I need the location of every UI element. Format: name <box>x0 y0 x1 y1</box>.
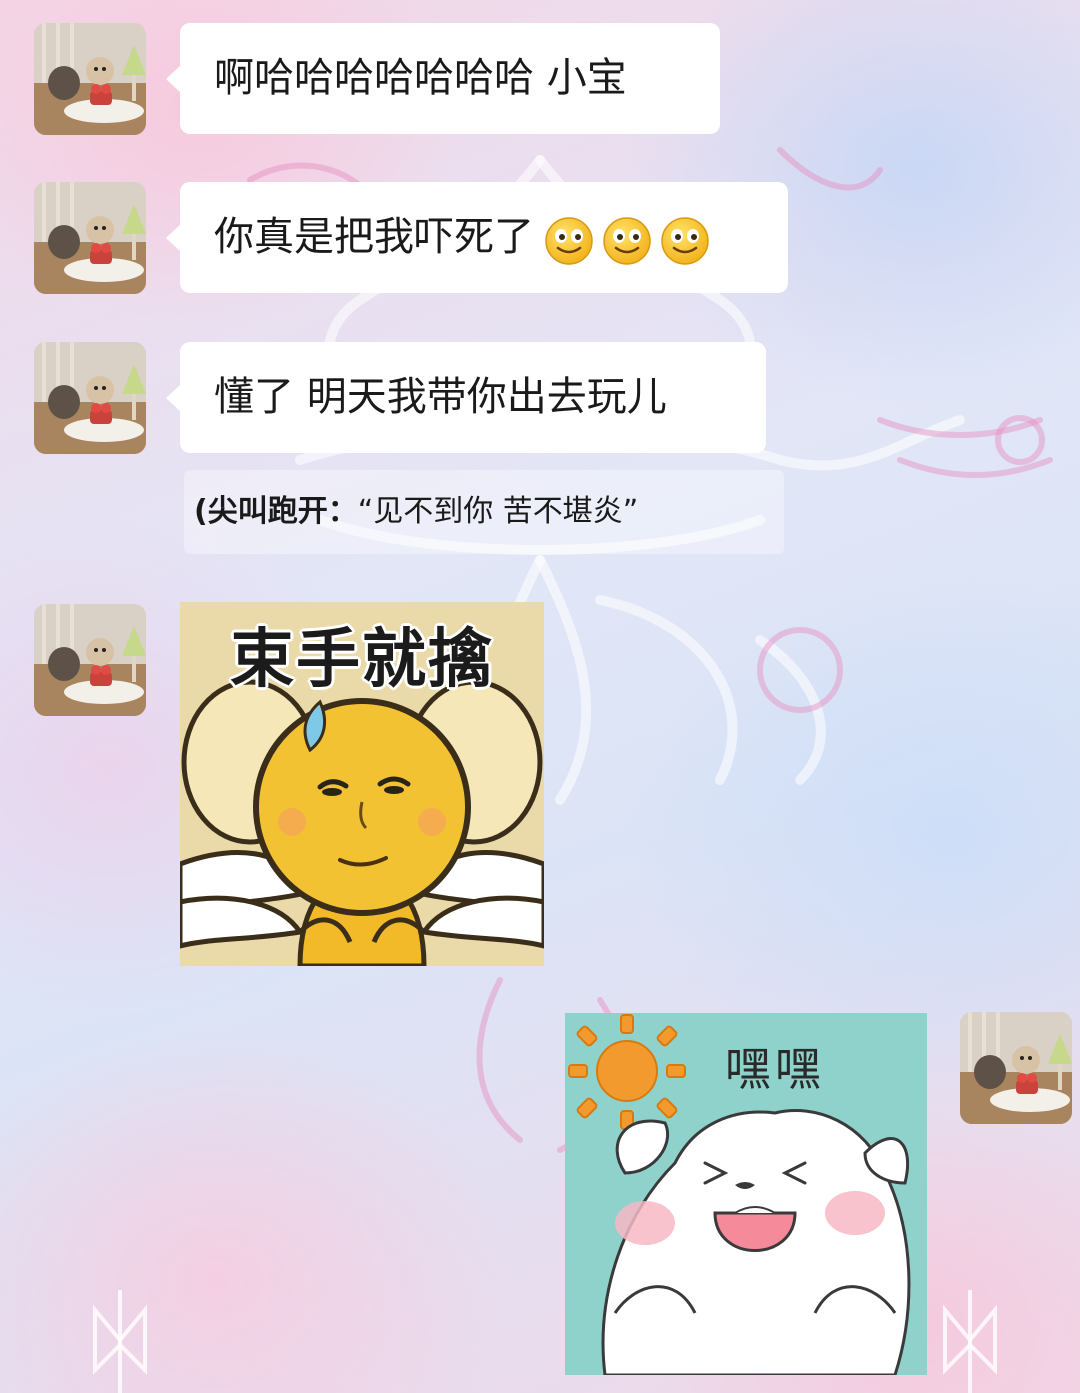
avatar-image <box>34 342 146 454</box>
message-text: 啊哈哈哈哈哈哈哈 小宝 <box>214 55 627 101</box>
avatar[interactable] <box>34 604 146 716</box>
avatar-image <box>960 1012 1072 1124</box>
caption-bold-text: (尖叫跑开： <box>194 494 358 529</box>
sticker-caption: 嘿嘿 <box>725 1042 825 1096</box>
avatar[interactable] <box>34 342 146 454</box>
smiling-face-emoji <box>603 217 651 265</box>
happy-bear-sun-sticker[interactable]: 嘿嘿 <box>565 1013 927 1375</box>
message-text: 你真是把我吓死了 <box>214 214 534 260</box>
smiling-face-emoji <box>545 217 593 265</box>
caption-quote-text: “见不到你 苦不堪炎” <box>357 494 639 529</box>
message-bubble[interactable]: 啊哈哈哈哈哈哈哈 小宝 <box>166 23 720 134</box>
smiling-face-emoji <box>661 217 709 265</box>
sticker-caption: 束手就擒 <box>230 623 494 697</box>
message-text: 懂了 明天我带你出去玩儿 <box>214 374 667 420</box>
message-bubble[interactable]: 你真是把我吓死了 <box>166 182 788 293</box>
avatar-image <box>34 23 146 135</box>
angel-emoji-sticker[interactable]: 束手就擒 <box>180 602 544 966</box>
my-avatar[interactable] <box>960 1012 1072 1124</box>
avatar[interactable] <box>34 23 146 135</box>
message-bubble[interactable]: 懂了 明天我带你出去玩儿 <box>166 342 766 453</box>
avatar[interactable] <box>34 182 146 294</box>
avatar-image <box>34 182 146 294</box>
avatar-image <box>34 604 146 716</box>
caption-text: (尖叫跑开：“见不到你 苦不堪炎” <box>184 470 784 554</box>
